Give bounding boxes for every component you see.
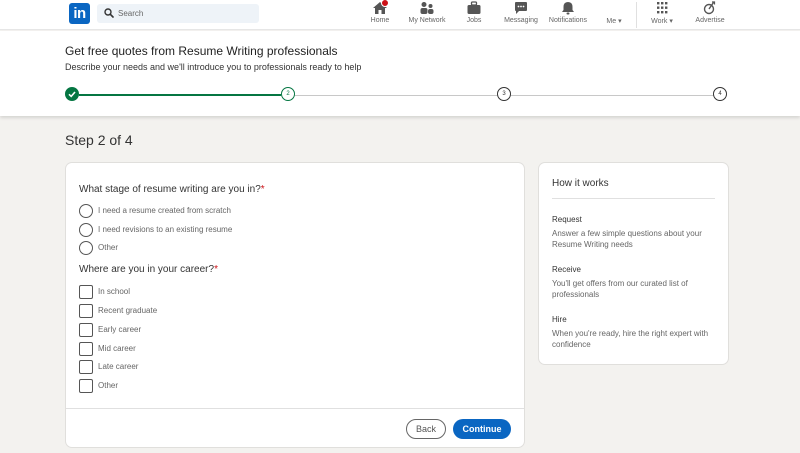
- page-header: Get free quotes from Resume Writing prof…: [0, 31, 800, 116]
- checkbox-option[interactable]: In school: [79, 284, 130, 299]
- divider: [552, 198, 715, 199]
- nav-notifications-label: Notifications: [548, 17, 588, 24]
- option-label: I need a resume created from scratch: [98, 206, 231, 215]
- briefcase-icon: [466, 1, 482, 15]
- nav-notifications[interactable]: Notifications: [546, 1, 590, 29]
- radio-option[interactable]: I need a resume created from scratch: [79, 203, 231, 218]
- how-it-works-step-desc: Answer a few simple questions about your…: [552, 229, 702, 249]
- page-subtitle: Describe your needs and we'll introduce …: [65, 62, 362, 72]
- nav-work[interactable]: Work ▾: [648, 1, 676, 29]
- how-it-works-step-title: Receive: [552, 265, 581, 274]
- checkbox[interactable]: [79, 284, 93, 299]
- progress-track-complete: [79, 94, 281, 96]
- option-label: Mid career: [98, 344, 136, 353]
- nav-divider: [636, 2, 637, 28]
- compass-icon: [702, 1, 718, 15]
- grid-icon: [654, 1, 670, 15]
- radio-option[interactable]: Other: [79, 240, 118, 255]
- step-3: 3: [497, 87, 511, 101]
- back-button[interactable]: Back: [406, 419, 446, 439]
- caret-down-icon: ▾: [669, 18, 673, 25]
- nav-me[interactable]: Me ▾: [602, 1, 626, 29]
- search-input[interactable]: [118, 4, 253, 23]
- search-box[interactable]: [97, 4, 259, 23]
- checkbox-option[interactable]: Other: [79, 378, 118, 393]
- option-label: Recent graduate: [98, 306, 158, 315]
- nav-my-network-label: My Network: [408, 17, 446, 24]
- required-mark: *: [214, 264, 218, 275]
- how-it-works-title: How it works: [552, 178, 609, 189]
- continue-button[interactable]: Continue: [453, 419, 511, 439]
- checkbox-option[interactable]: Mid career: [79, 341, 136, 356]
- progress-track-pending: [511, 95, 713, 96]
- question-career-stage: Where are you in your career?*: [79, 264, 218, 275]
- step-4: 4: [713, 87, 727, 101]
- nav-messaging-label: Messaging: [504, 17, 538, 24]
- option-label: I need revisions to an existing resume: [98, 225, 233, 234]
- question-label: What stage of resume writing are you in?: [79, 184, 261, 195]
- how-it-works-card: How it works Request Answer a few simple…: [539, 163, 728, 364]
- nav-home-label: Home: [370, 17, 390, 24]
- step-heading: Step 2 of 4: [65, 132, 133, 148]
- required-mark: *: [260, 184, 265, 195]
- question-resume-stage: What stage of resume writing are you in?…: [79, 184, 265, 195]
- nav-jobs[interactable]: Jobs: [462, 1, 486, 29]
- nav-work-label: Work: [651, 18, 668, 25]
- checkbox-option[interactable]: Late career: [79, 359, 138, 374]
- checkbox[interactable]: [79, 359, 93, 374]
- people-icon: [419, 1, 435, 15]
- how-it-works-step-desc: You'll get offers from our curated list …: [552, 279, 688, 299]
- nav-messaging[interactable]: Messaging: [502, 1, 540, 29]
- step-2-current: 2: [281, 87, 295, 101]
- nav-my-network[interactable]: My Network: [405, 1, 449, 29]
- radio-option[interactable]: I need revisions to an existing resume: [79, 222, 232, 237]
- nav-advertise[interactable]: Advertise: [692, 1, 728, 29]
- checkmark-icon: [68, 91, 76, 98]
- checkbox[interactable]: [79, 322, 93, 337]
- how-it-works-step-desc: When you're ready, hire the right expert…: [552, 329, 709, 349]
- step-1-complete: [65, 87, 79, 101]
- radio-button[interactable]: [79, 240, 93, 255]
- card-footer-divider: [66, 408, 524, 409]
- option-label: In school: [98, 287, 131, 296]
- checkbox[interactable]: [79, 303, 93, 318]
- question-label: Where are you in your career?: [79, 264, 215, 275]
- option-label: Other: [98, 381, 119, 390]
- caret-down-icon: ▾: [618, 18, 622, 25]
- nav-home[interactable]: Home: [368, 0, 392, 29]
- nav-jobs-label: Jobs: [466, 17, 482, 24]
- search-icon: [104, 8, 114, 18]
- how-it-works-step-title: Hire: [552, 315, 567, 324]
- option-label: Early career: [98, 325, 142, 334]
- radio-button[interactable]: [79, 222, 93, 237]
- progress-track-pending: [295, 95, 497, 96]
- option-label: Late career: [98, 362, 139, 371]
- nav-advertise-label: Advertise: [695, 17, 725, 24]
- checkbox[interactable]: [79, 378, 93, 393]
- progress-stepper: 2 3 4: [65, 87, 729, 103]
- avatar: [606, 1, 622, 15]
- linkedin-logo-icon[interactable]: in: [69, 3, 90, 24]
- checkbox-option[interactable]: Early career: [79, 322, 141, 337]
- bell-icon: [560, 1, 576, 15]
- checkbox[interactable]: [79, 341, 93, 356]
- option-label: Other: [98, 243, 119, 252]
- checkbox-option[interactable]: Recent graduate: [79, 303, 157, 318]
- page-title: Get free quotes from Resume Writing prof…: [65, 44, 338, 58]
- home-icon: [372, 0, 389, 15]
- nav-me-label: Me: [606, 18, 617, 25]
- radio-button[interactable]: [79, 203, 93, 218]
- how-it-works-step-title: Request: [552, 215, 582, 224]
- top-nav: in Home My Network Jobs: [0, 0, 800, 30]
- message-icon: [513, 1, 529, 15]
- questionnaire-card: What stage of resume writing are you in?…: [66, 163, 524, 447]
